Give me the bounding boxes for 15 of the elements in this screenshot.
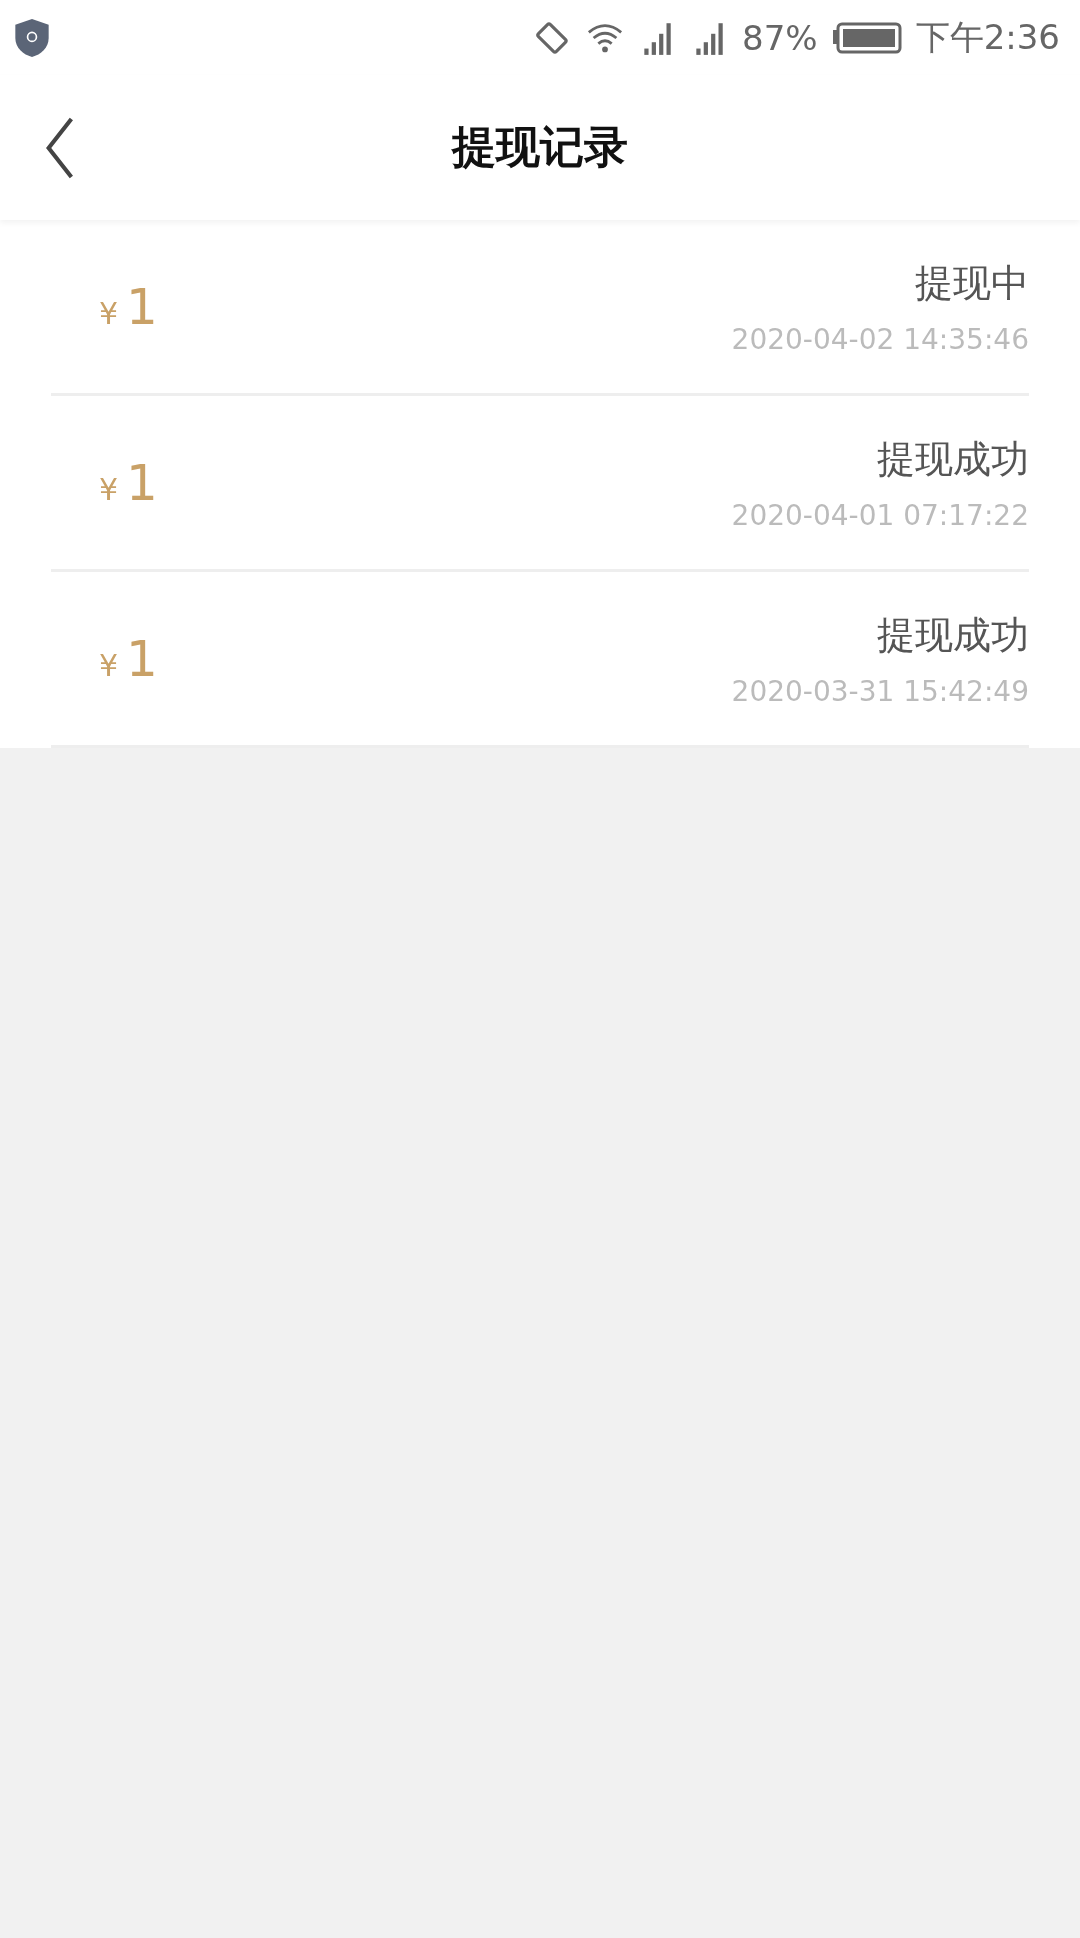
record-time: 2020-03-31 15:42:49 bbox=[731, 674, 1029, 708]
clock-time: 下午2:36 bbox=[915, 15, 1060, 59]
status-text: 提现成功 bbox=[877, 435, 1029, 483]
page-title: 提现记录 bbox=[452, 120, 628, 174]
amount: ¥ 1 bbox=[98, 277, 158, 336]
battery-icon bbox=[831, 21, 902, 54]
battery-percent: 87% bbox=[742, 17, 818, 58]
status-text: 提现成功 bbox=[877, 611, 1029, 659]
amount: ¥ 1 bbox=[98, 629, 158, 688]
shield-icon bbox=[14, 17, 50, 58]
back-icon[interactable] bbox=[44, 117, 76, 179]
record-time: 2020-04-01 07:17:22 bbox=[731, 498, 1029, 532]
status-text: 提现中 bbox=[915, 259, 1029, 307]
record-time: 2020-04-02 14:35:46 bbox=[731, 322, 1029, 356]
amount: ¥ 1 bbox=[98, 453, 158, 512]
